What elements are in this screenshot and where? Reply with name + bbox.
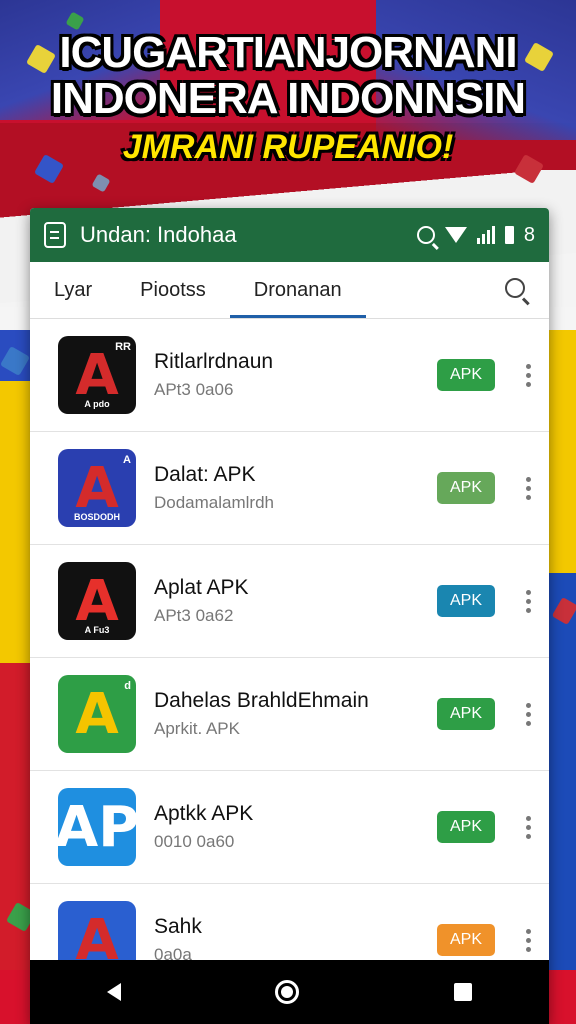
signal-icon — [476, 226, 495, 244]
apk-download-button[interactable]: APK — [437, 811, 495, 843]
tab-dronanan[interactable]: Dronanan — [229, 262, 366, 318]
app-bar: Undan: Indohaa 8 — [30, 208, 549, 262]
app-name: Aptkk APK — [154, 802, 254, 825]
app-meta: Dodamalamlrdh — [154, 493, 274, 512]
app-name: Dahelas BrahldEhmain — [154, 689, 369, 712]
app-icon-badge: A — [123, 454, 131, 466]
more-options-icon[interactable] — [525, 476, 531, 500]
app-icon[interactable]: AP — [58, 788, 136, 866]
status-icons: 8 — [416, 223, 535, 250]
list-item[interactable]: A A Fu3 Aplat APK APt3 0a62 APK — [30, 545, 549, 658]
app-icon-badge: d — [124, 680, 131, 692]
tab-lyar[interactable]: Lyar — [30, 262, 116, 318]
list-item[interactable]: A RR A pdo Ritlarlrdnaun APt3 0a06 APK — [30, 319, 549, 432]
apk-download-button[interactable]: APK — [437, 924, 495, 956]
tab-piootss[interactable]: Piootss — [116, 262, 230, 318]
app-meta: APt3 0a62 — [154, 606, 234, 625]
more-options-icon[interactable] — [525, 928, 531, 952]
app-info: Aplat APK APt3 0a62 — [154, 576, 437, 626]
app-info: Aptkk APK 0010 0a60 — [154, 802, 437, 852]
app-meta: Aprkit. APK — [154, 719, 240, 738]
app-list: A RR A pdo Ritlarlrdnaun APt3 0a06 APK A… — [30, 319, 549, 997]
app-logo-icon — [44, 222, 66, 248]
list-item[interactable]: A A BOSDODH Dalat: APK Dodamalamlrdh APK — [30, 432, 549, 545]
app-info: Dalat: APK Dodamalamlrdh — [154, 463, 437, 513]
app-icon-caption: A pdo — [84, 399, 110, 409]
status-number: 8 — [523, 223, 535, 246]
app-icon[interactable]: A A Fu3 — [58, 562, 136, 640]
app-meta: APt3 0a06 — [154, 380, 234, 399]
app-title: Undan: Indohaa — [80, 222, 237, 247]
app-info: Ritlarlrdnaun APt3 0a06 — [154, 350, 437, 400]
banner-subtitle: JMRANI RUPEANIO! — [122, 128, 454, 166]
app-icon-letter: AP — [58, 794, 136, 860]
more-options-icon[interactable] — [525, 363, 531, 387]
wifi-icon — [444, 227, 467, 243]
apk-download-button[interactable]: APK — [437, 585, 495, 617]
app-info: Sahk 0a0a — [154, 915, 437, 965]
more-options-icon[interactable] — [525, 815, 531, 839]
app-name: Dalat: APK — [154, 463, 256, 486]
app-name: Ritlarlrdnaun — [154, 350, 274, 373]
more-options-icon[interactable] — [525, 589, 531, 613]
phone-screen: Undan: Indohaa 8 Lyar Piootss Dronanan A… — [30, 208, 549, 1024]
list-item[interactable]: AP Aptkk APK 0010 0a60 APK — [30, 771, 549, 884]
app-meta: 0010 0a60 — [154, 832, 235, 851]
search-icon[interactable] — [505, 278, 525, 298]
apk-download-button[interactable]: APK — [437, 698, 495, 730]
more-options-icon[interactable] — [525, 702, 531, 726]
app-name: Aplat APK — [154, 576, 249, 599]
list-item[interactable]: A d Dahelas BrahldEhmain Aprkit. APK APK — [30, 658, 549, 771]
app-icon[interactable]: A RR A pdo — [58, 336, 136, 414]
apk-download-button[interactable]: APK — [437, 472, 495, 504]
app-icon[interactable]: A d — [58, 675, 136, 753]
app-info: Dahelas BrahldEhmain Aprkit. APK — [154, 689, 437, 739]
battery-icon — [504, 226, 514, 244]
app-name: Sahk — [154, 915, 202, 938]
app-icon-caption: A Fu3 — [84, 625, 110, 635]
android-nav-bar — [30, 960, 549, 1024]
app-icon-caption: BOSDODH — [73, 512, 120, 522]
tab-bar: Lyar Piootss Dronanan — [30, 262, 549, 319]
recents-icon[interactable] — [453, 983, 472, 1001]
app-icon-badge: RR — [115, 341, 131, 353]
app-icon[interactable]: A A BOSDODH — [58, 449, 136, 527]
home-icon[interactable] — [275, 980, 300, 1004]
search-icon[interactable] — [416, 226, 439, 250]
promo-banner: ICUGARTIANJORNANI INDONERA INDONNSIN JMR… — [0, 28, 576, 167]
apk-download-button[interactable]: APK — [437, 359, 495, 391]
banner-title-line1: ICUGARTIANJORNANI — [59, 28, 517, 77]
banner-title-line2: INDONERA INDONNSIN — [50, 74, 526, 123]
back-icon[interactable] — [107, 983, 122, 1001]
